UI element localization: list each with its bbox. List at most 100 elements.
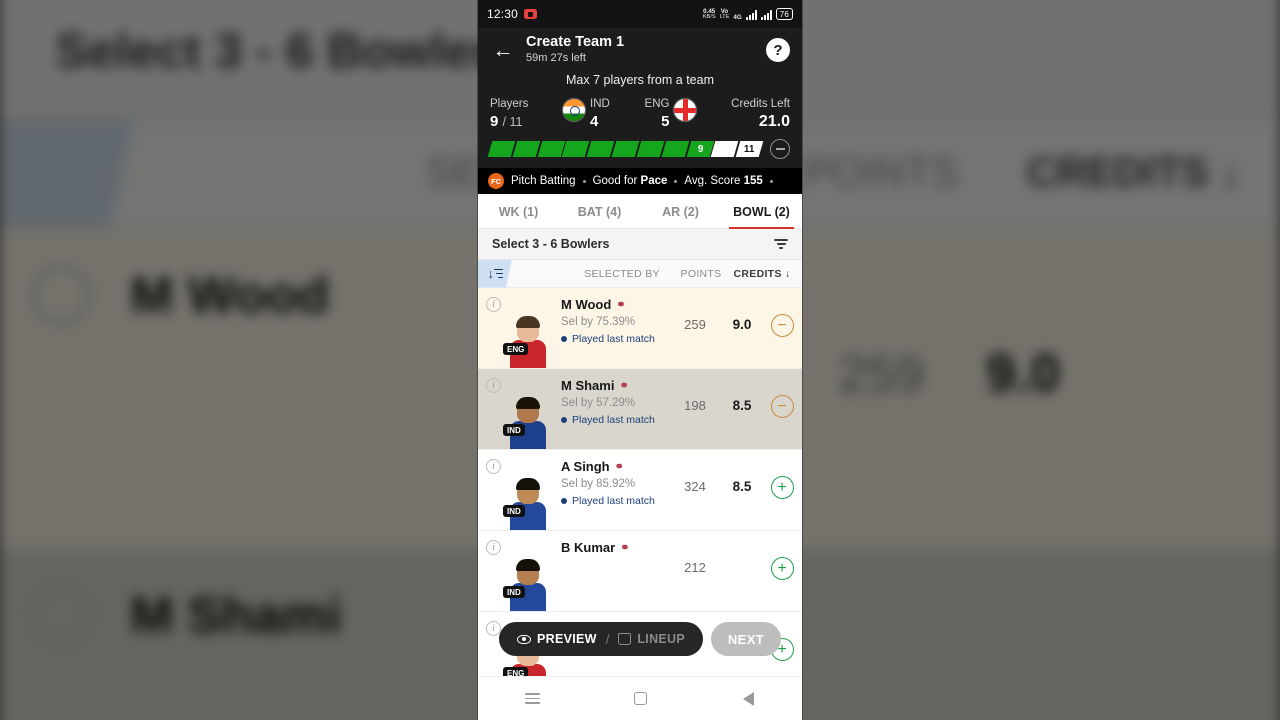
dot-separator-icon (769, 179, 773, 183)
selection-progress-bar: 9 11 (487, 141, 764, 157)
player-avatar: IND (503, 458, 549, 530)
player-team-tag: IND (503, 505, 525, 517)
player-remove-button[interactable]: − (770, 314, 794, 337)
column-points[interactable]: POINTS (674, 268, 728, 280)
team-a-count: 4 (590, 113, 599, 130)
player-points: 324 (684, 479, 706, 494)
column-selected-by[interactable]: SELECTED BY (512, 268, 674, 280)
player-row[interactable]: i IND M Shami ⚭ Sel by 57.29% Played last mat… (478, 369, 802, 450)
player-info: M Wood ⚭ Sel by 75.39% Played last match (549, 288, 668, 345)
credits-value: 21.0 (758, 113, 790, 130)
back-arrow-icon[interactable]: ← (490, 37, 516, 63)
next-button[interactable]: NEXT (711, 622, 781, 656)
pitch-condition: Pitch Batting (511, 175, 576, 187)
android-nav-bar (478, 676, 802, 720)
filter-icon[interactable] (774, 238, 788, 250)
player-info-icon[interactable]: i (486, 378, 501, 393)
player-selected-by: Sel by 75.39% (561, 316, 636, 328)
player-team-tag: IND (503, 424, 525, 436)
menu-icon[interactable] (512, 684, 552, 714)
player-action-cell: − (762, 369, 802, 418)
back-triangle-icon[interactable] (728, 684, 768, 714)
team-b-code: ENG (644, 98, 670, 110)
credits-label: Credits Left (731, 98, 790, 110)
tab-ar[interactable]: AR (2) (640, 194, 721, 228)
home-square-icon[interactable] (620, 684, 660, 714)
progress-segment (586, 141, 615, 157)
status-bar: 12:30 0.45 KB/S Vo LTE 4G 76 (478, 0, 802, 28)
team-a-stat: IND 4 (563, 97, 610, 131)
page-title: Create Team 1 (526, 34, 625, 50)
avatar-image (510, 549, 546, 611)
cricket-ball-icon: ⚭ (614, 461, 624, 473)
player-add-button[interactable]: + (770, 557, 794, 580)
lineup-button[interactable]: LINEUP (618, 632, 685, 646)
player-name-row: A Singh ⚭ (561, 459, 668, 474)
player-name: M Shami (561, 378, 615, 393)
preview-label: PREVIEW (536, 632, 597, 646)
team-b-count: 5 (661, 113, 670, 130)
selection-progress-row: 9 11 (478, 132, 802, 168)
player-action-cell: − (762, 288, 802, 337)
preview-button[interactable]: PREVIEW (516, 632, 597, 646)
player-points: 212 (684, 560, 706, 575)
app-header: ← Create Team 1 59m 27s left ? Max 7 pla… (478, 28, 802, 168)
signal-bars-2-icon (760, 10, 772, 20)
tab-bat[interactable]: BAT (4) (559, 194, 640, 228)
max-players-note: Max 7 players from a team (566, 73, 714, 87)
player-row[interactable]: i IND B Kumar ⚭ 212 + (478, 531, 802, 612)
progress-segment (636, 141, 664, 157)
player-remove-button[interactable]: − (770, 395, 794, 418)
sort-descending-icon[interactable]: ↓ (478, 259, 512, 288)
player-avatar: IND (503, 539, 549, 611)
player-row[interactable]: i ENG M Wood ⚭ Sel by 75.39% Played last matc… (478, 288, 802, 369)
players-label: Players (490, 98, 529, 110)
status-bar-left: 12:30 (487, 7, 538, 21)
player-credits (722, 531, 762, 560)
progress-segment (512, 141, 540, 157)
player-credits: 8.5 (732, 398, 752, 413)
tab-bowl[interactable]: BOWL (2) (721, 194, 802, 229)
preview-lineup-pill[interactable]: PREVIEW / LINEUP (498, 622, 703, 656)
team-a-code: IND (590, 98, 610, 110)
signal-bars-1-icon (745, 10, 757, 20)
player-info: A Singh ⚭ Sel by 85.92% Played last match (549, 450, 668, 507)
pitch-good-for: Good for Pace (592, 175, 668, 187)
progress-segment (537, 141, 565, 157)
player-selected-by: Sel by 57.29% (561, 397, 636, 409)
player-points: 198 (684, 398, 706, 413)
volte-sub: LTE (719, 13, 730, 20)
player-info-icon[interactable]: i (486, 297, 501, 312)
player-info: B Kumar ⚭ (549, 531, 668, 555)
countdown-timer: 59m 27s left (526, 52, 586, 64)
help-button[interactable]: ? (766, 38, 790, 62)
pitch-items: Pitch Batting Good for Pace Avg. Score 1… (511, 175, 773, 187)
player-add-button[interactable]: + (770, 476, 794, 499)
player-name-row: B Kumar ⚭ (561, 540, 668, 555)
signal-type-text: 4G (733, 13, 742, 21)
select-range-text: Select 3 - 6 Bowlers (492, 237, 610, 251)
column-credits[interactable]: CREDITS ↓ (728, 268, 802, 280)
played-last-match: Played last match (561, 495, 668, 507)
progress-segment: 9 (686, 141, 714, 157)
team-stats-row: Players 9 / 11 IND 4 ENG 5 Credits Left … (478, 95, 802, 132)
england-flag-icon (674, 99, 697, 121)
tab-wk[interactable]: WK (1) (478, 194, 559, 228)
player-info-icon[interactable]: i (486, 540, 501, 555)
progress-filled-label: 9 (697, 143, 703, 155)
player-team-tag: ENG (503, 343, 529, 355)
player-row[interactable]: i IND A Singh ⚭ Sel by 85.92% Played last mat… (478, 450, 802, 531)
india-flag-icon (563, 99, 586, 121)
players-count: 9 (490, 113, 499, 130)
team-b-stat: ENG 5 (645, 97, 697, 131)
player-name-row: M Wood ⚭ (561, 297, 668, 312)
player-avatar: IND (503, 377, 549, 449)
players-value: 9 / 11 (490, 112, 528, 132)
avatar-image (510, 468, 546, 530)
minus-circle-icon[interactable] (770, 139, 790, 159)
played-last-match: Played last match (561, 333, 668, 345)
credits-stat: Credits Left 21.0 (731, 97, 790, 131)
player-info-icon[interactable]: i (486, 459, 501, 474)
player-credits: 9.0 (732, 317, 752, 332)
player-info: M Shami ⚭ Sel by 57.29% Played last match (549, 369, 668, 426)
